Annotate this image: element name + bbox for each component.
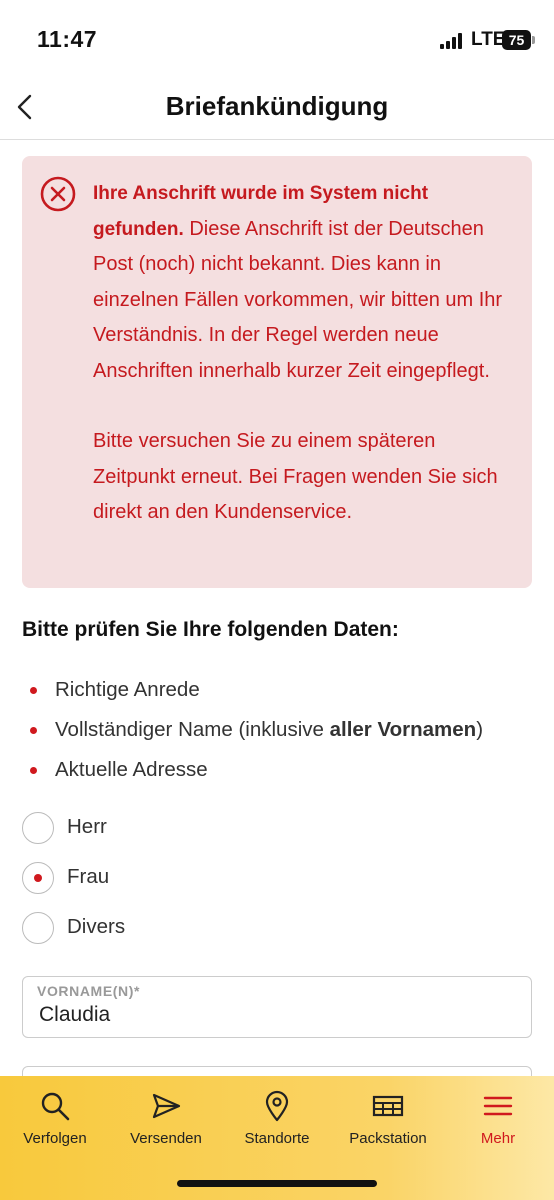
- radio-divers[interactable]: Divers: [22, 908, 322, 958]
- tab-mehr[interactable]: Mehr: [458, 1076, 538, 1156]
- battery-icon: 75: [502, 30, 536, 50]
- radio-herr[interactable]: Herr: [22, 808, 322, 858]
- tab-label: Packstation: [349, 1130, 427, 1147]
- status-time: 11:47: [37, 26, 98, 52]
- tab-label: Standorte: [244, 1130, 310, 1147]
- network-type: LTE: [471, 29, 506, 50]
- list-item-text-end: ): [476, 718, 484, 741]
- list-item: Richtige Anrede: [22, 670, 542, 710]
- bullet-dot-icon: [30, 767, 37, 774]
- check-heading: Bitte prüfen Sie Ihre folgenden Daten:: [22, 618, 399, 641]
- tab-packstation[interactable]: Packstation: [338, 1076, 438, 1156]
- check-list: Richtige Anrede Vollständiger Name (inkl…: [22, 670, 542, 790]
- radio-button[interactable]: [22, 912, 54, 944]
- tab-label: Versenden: [130, 1130, 202, 1147]
- firstname-label: VORNAME(N)*: [37, 983, 141, 999]
- radio-label: Herr: [67, 815, 107, 838]
- list-item-text: Vollständiger Name (inklusive: [55, 718, 330, 741]
- tab-verfolgen[interactable]: Verfolgen: [10, 1076, 100, 1156]
- search-icon: [41, 1092, 70, 1121]
- bullet-dot-icon: [30, 687, 37, 694]
- error-x-circle-icon: [40, 176, 76, 212]
- radio-label: Frau: [67, 865, 110, 888]
- bullet-dot-icon: [30, 727, 37, 734]
- status-bar: 11:47 LTE 75: [0, 0, 554, 80]
- firstname-input[interactable]: [39, 1003, 509, 1027]
- page-title: Briefankündigung: [165, 91, 389, 121]
- error-hint: Bitte versuchen Sie zu einem späteren Ze…: [93, 430, 498, 523]
- radio-button-selected[interactable]: [22, 862, 54, 894]
- error-alert: Ihre Anschrift wurde im System nicht gef…: [22, 156, 532, 588]
- tab-label: Verfolgen: [23, 1130, 87, 1147]
- list-item: Aktuelle Adresse: [22, 750, 542, 790]
- location-pin-icon: [265, 1090, 289, 1122]
- tab-versenden[interactable]: Versenden: [120, 1076, 212, 1156]
- radio-button[interactable]: [22, 812, 54, 844]
- salutation-radio-group: Herr Frau Divers: [22, 808, 322, 958]
- tab-label: Mehr: [480, 1130, 516, 1147]
- error-text: Ihre Anschrift wurde im System nicht gef…: [93, 176, 519, 531]
- firstname-field[interactable]: VORNAME(N)*: [22, 976, 532, 1038]
- tab-standorte[interactable]: Standorte: [232, 1076, 322, 1156]
- packstation-icon: [372, 1095, 404, 1117]
- battery-level: 75: [502, 30, 531, 50]
- list-item-bold: aller Vornamen: [329, 718, 477, 741]
- list-item-text: Aktuelle Adresse: [55, 758, 208, 781]
- signal-icon: [440, 33, 464, 49]
- radio-frau[interactable]: Frau: [22, 858, 322, 908]
- home-indicator: [177, 1180, 377, 1187]
- send-icon: [152, 1093, 181, 1119]
- list-item: Vollständiger Name (inklusive aller Vorn…: [22, 710, 542, 750]
- list-item-text: Richtige Anrede: [55, 678, 200, 701]
- menu-icon: [483, 1096, 513, 1116]
- radio-label: Divers: [67, 915, 126, 938]
- nav-header: Briefankündigung: [0, 80, 554, 140]
- error-message: Diese Anschrift ist der Deutschen Post (…: [93, 217, 503, 382]
